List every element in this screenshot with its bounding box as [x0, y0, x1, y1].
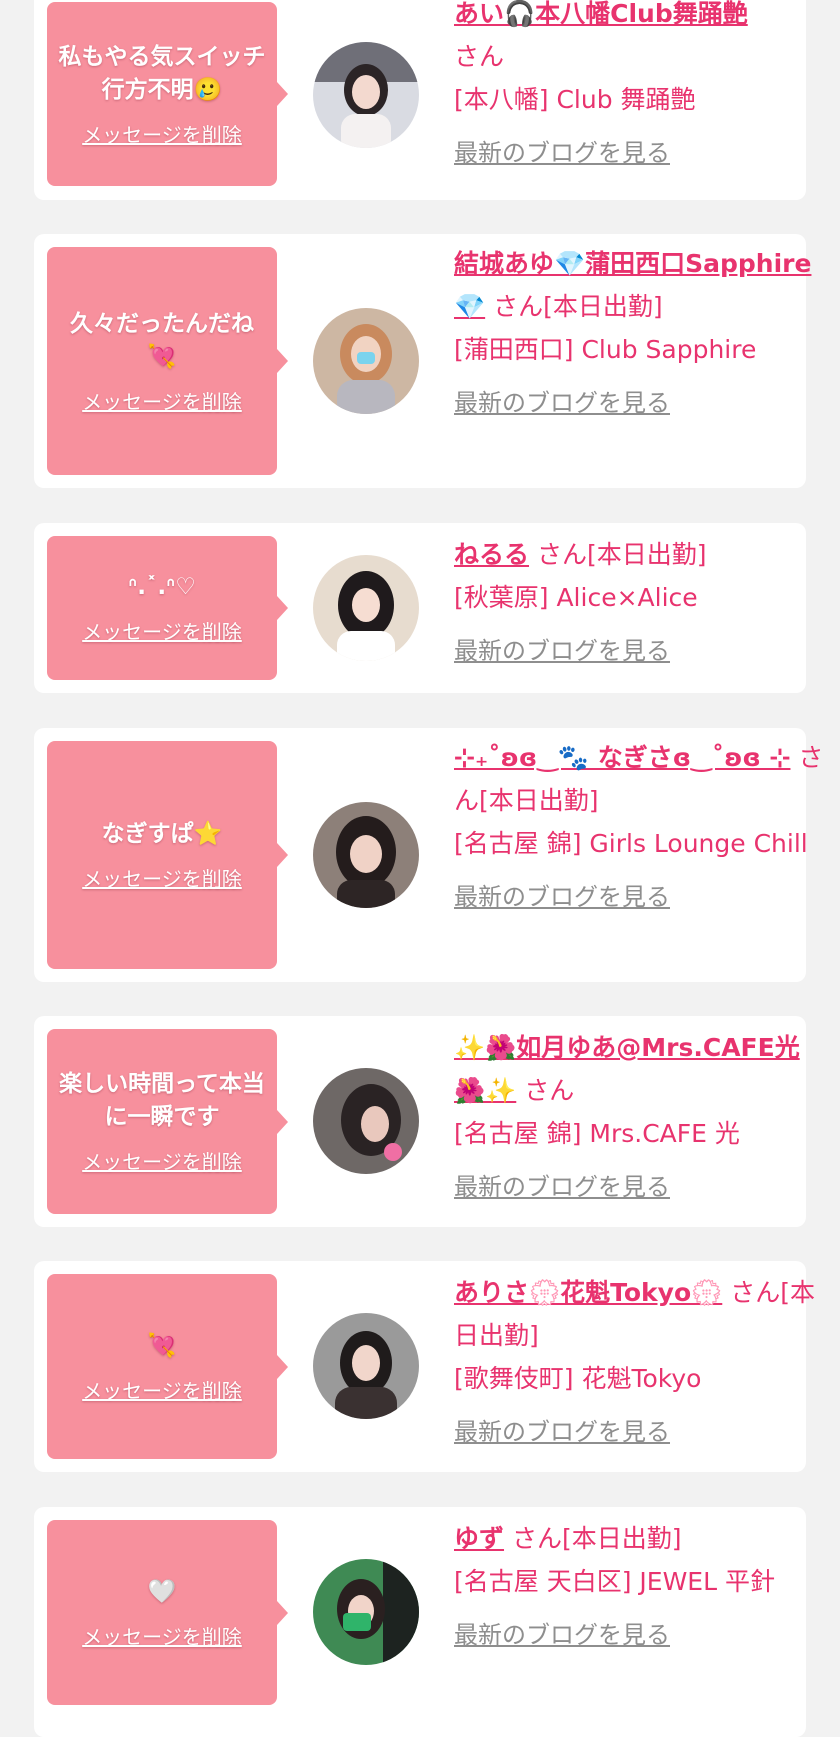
cast-suffix: さん: [454, 42, 505, 71]
name-line: ありさ💮花魁Tokyo💮 さん[本日出勤]: [454, 1271, 824, 1357]
name-line: ✨🌺如月ゆあ@Mrs.CAFE光🌺✨ さん: [454, 1026, 824, 1112]
latest-blog-link[interactable]: 最新のブログを見る: [454, 631, 670, 666]
cast-avatar[interactable]: [313, 1313, 419, 1419]
shop-name: [名古屋 錦] Mrs.CAFE 光: [454, 1119, 740, 1148]
cast-suffix: さん: [524, 1076, 575, 1105]
avatar-photo: [313, 42, 419, 148]
delete-message-link[interactable]: メッセージを削除: [82, 1621, 242, 1650]
message-bubble: 私もやる気スイッチ行方不明🥲 メッセージを削除: [47, 2, 288, 186]
cast-avatar[interactable]: [313, 308, 419, 414]
latest-blog-link[interactable]: 最新のブログを見る: [454, 1167, 670, 1202]
avatar-photo: [313, 1068, 419, 1174]
delete-message-link[interactable]: メッセージを削除: [82, 386, 242, 415]
shop-name: [本八幡] Club 舞踊艶: [454, 85, 696, 114]
avatar-photo: [313, 802, 419, 908]
name-line: あい🎧本八幡Club舞踊艶 さん: [454, 0, 824, 78]
shop-name: [名古屋 天白区] JEWEL 平針: [454, 1567, 775, 1596]
shop-name: [蒲田西口] Club Sapphire: [454, 335, 757, 364]
message-bubble: 🤍 メッセージを削除: [47, 1520, 288, 1705]
name-line: ⊹₊˚ʚ︎ɞ‿🐾 なぎさɞ‿˚ʚ︎ɞ ⊹ さん[本日出勤]: [454, 736, 824, 822]
shop-name: [秋葉原] Alice×Alice: [454, 583, 698, 612]
delete-message-link[interactable]: メッセージを削除: [82, 863, 242, 892]
latest-blog-link[interactable]: 最新のブログを見る: [454, 133, 670, 168]
avatar-photo: [313, 1559, 419, 1665]
name-line: 結城あゆ💎蒲田西口Sapphire💎 さん[本日出勤]: [454, 242, 824, 328]
cast-avatar[interactable]: [313, 555, 419, 661]
cast-avatar[interactable]: [313, 42, 419, 148]
cast-avatar[interactable]: [313, 1068, 419, 1174]
favorite-cast-list: 私もやる気スイッチ行方不明🥲 メッセージを削除 あい🎧本八幡Club舞踊艶 さん…: [0, 0, 840, 1737]
delete-message-link[interactable]: メッセージを削除: [82, 1146, 242, 1175]
avatar-photo: [313, 1313, 419, 1419]
message-text: 🤍: [147, 1578, 177, 1605]
cast-suffix: さん[本日出勤]: [536, 540, 707, 569]
message-text: 楽しい時間って本当に一瞬です: [59, 1071, 265, 1130]
name-line: ゆず さん[本日出勤]: [454, 1517, 824, 1560]
cast-card: 💘 メッセージを削除 ありさ💮花魁Tokyo💮 さん[本日出勤] [歌舞伎町] …: [34, 1261, 815, 1472]
cast-suffix: さん[本日出勤]: [493, 292, 663, 321]
shop-name: [名古屋 錦] Girls Lounge Chill: [454, 829, 808, 858]
message-bubble: 楽しい時間って本当に一瞬です メッセージを削除: [47, 1029, 288, 1214]
latest-blog-link[interactable]: 最新のブログを見る: [454, 383, 670, 418]
cast-card: ᐢ.˟.ᐢ♡ メッセージを削除 ねるる さん[本日出勤] [秋葉原] Alice…: [34, 523, 806, 693]
message-text: 💘: [147, 1332, 177, 1359]
cast-avatar[interactable]: [313, 802, 419, 908]
cast-avatar[interactable]: [313, 1559, 419, 1665]
message-bubble: 💘 メッセージを削除: [47, 1274, 288, 1459]
delete-message-link[interactable]: メッセージを削除: [82, 119, 242, 148]
cast-name-link[interactable]: ⊹₊˚ʚ︎ɞ‿🐾 なぎさɞ‿˚ʚ︎ɞ ⊹: [454, 743, 790, 772]
cast-card: なぎすぱ⭐ メッセージを削除 ⊹₊˚ʚ︎ɞ‿🐾 なぎさɞ‿˚ʚ︎ɞ ⊹ さん[本…: [34, 728, 823, 982]
name-line: ねるる さん[本日出勤]: [454, 533, 824, 576]
cast-suffix: さん[本日出勤]: [511, 1524, 682, 1553]
cast-name-link[interactable]: ねるる: [454, 540, 529, 569]
avatar-photo: [313, 308, 419, 414]
delete-message-link[interactable]: メッセージを削除: [82, 1375, 242, 1404]
latest-blog-link[interactable]: 最新のブログを見る: [454, 1615, 670, 1650]
cast-card: 私もやる気スイッチ行方不明🥲 メッセージを削除 あい🎧本八幡Club舞踊艶 さん…: [34, 0, 806, 200]
message-bubble: なぎすぱ⭐ メッセージを削除: [47, 741, 288, 969]
cast-name-link[interactable]: ✨🌺如月ゆあ@Mrs.CAFE光🌺✨: [454, 1033, 800, 1105]
message-text: 私もやる気スイッチ行方不明🥲: [58, 43, 266, 103]
delete-message-link[interactable]: メッセージを削除: [82, 616, 242, 645]
cast-info: あい🎧本八幡Club舞踊艶 さん [本八幡] Club 舞踊艶 最新のブログを見…: [454, 0, 824, 168]
cast-card: 楽しい時間って本当に一瞬です メッセージを削除 ✨🌺如月ゆあ@Mrs.CAFE光…: [34, 1016, 806, 1227]
cast-card: 🤍 メッセージを削除 ゆず さん[本日出勤] [名古屋 天白区] JEWEL 平…: [34, 1507, 806, 1737]
cast-name-link[interactable]: ありさ💮花魁Tokyo💮: [454, 1278, 722, 1307]
cast-info: 結城あゆ💎蒲田西口Sapphire💎 さん[本日出勤] [蒲田西口] Club …: [454, 242, 824, 418]
cast-info: ねるる さん[本日出勤] [秋葉原] Alice×Alice 最新のブログを見る: [454, 533, 824, 666]
latest-blog-link[interactable]: 最新のブログを見る: [454, 877, 670, 912]
message-bubble: ᐢ.˟.ᐢ♡ メッセージを削除: [47, 536, 288, 680]
avatar-photo: [313, 555, 419, 661]
cast-card: 久々だったんだね💘 メッセージを削除 結城あゆ💎蒲田西口Sapphire💎 さん…: [34, 234, 811, 488]
cast-name-link[interactable]: ゆず: [454, 1524, 504, 1553]
cast-info: ✨🌺如月ゆあ@Mrs.CAFE光🌺✨ さん [名古屋 錦] Mrs.CAFE 光…: [454, 1026, 824, 1202]
cast-info: ゆず さん[本日出勤] [名古屋 天白区] JEWEL 平針 最新のブログを見る: [454, 1517, 824, 1650]
message-text: 久々だったんだね💘: [70, 310, 254, 370]
latest-blog-link[interactable]: 最新のブログを見る: [454, 1412, 670, 1447]
cast-info: ⊹₊˚ʚ︎ɞ‿🐾 なぎさɞ‿˚ʚ︎ɞ ⊹ さん[本日出勤] [名古屋 錦] Gi…: [454, 736, 824, 912]
message-text: ᐢ.˟.ᐢ♡: [128, 574, 196, 600]
message-bubble: 久々だったんだね💘 メッセージを削除: [47, 247, 288, 475]
cast-name-link[interactable]: あい🎧本八幡Club舞踊艶: [454, 0, 748, 28]
shop-name: [歌舞伎町] 花魁Tokyo: [454, 1364, 702, 1393]
message-text: なぎすぱ⭐: [101, 821, 223, 847]
cast-info: ありさ💮花魁Tokyo💮 さん[本日出勤] [歌舞伎町] 花魁Tokyo 最新の…: [454, 1271, 824, 1447]
